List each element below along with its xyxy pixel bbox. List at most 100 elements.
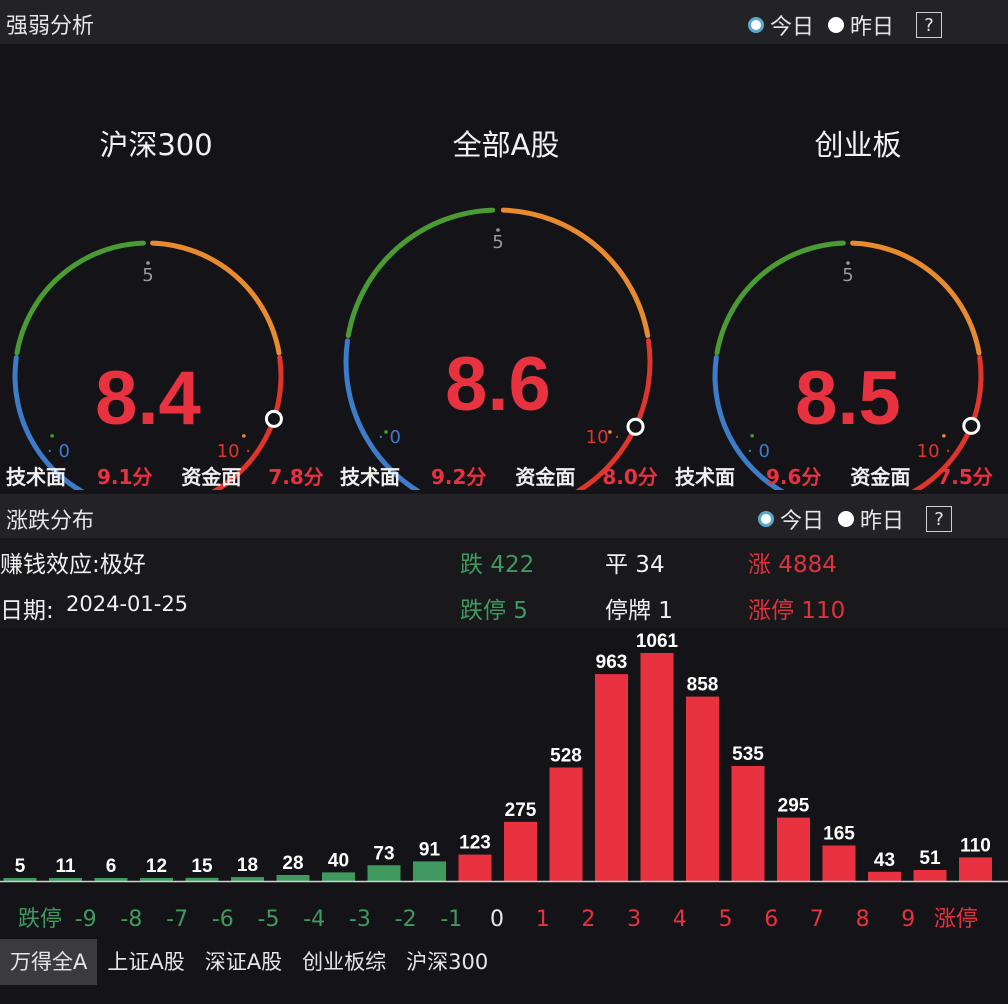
radio-today[interactable]: 今日 [748,9,814,41]
distribution-bar [231,877,264,881]
tech-label: 技术面 [340,465,400,489]
x-axis-label: 3 [627,907,641,932]
gauge-tick-dot [242,434,246,438]
index-tabs: 万得全A 上证A股 深证A股 创业板综 沪深300 [0,938,1008,986]
help-icon[interactable]: ? [916,12,943,38]
bar-value-label: 40 [328,850,349,871]
radio-yesterday-label: 昨日 [860,509,905,534]
distribution-radio-group: 今日 昨日 ? [758,503,953,535]
distribution-bar [777,817,810,881]
gauge-scale-min: · 0 [747,441,770,462]
money-effect: 赚钱效应:极好 [0,552,146,578]
distribution-bar [686,696,719,881]
bar-value-label: 858 [687,675,719,696]
x-axis-label: 0 [490,907,504,932]
tab-sse-a[interactable]: 上证A股 [97,939,194,985]
up-count: 涨 4884 [748,552,837,578]
radio-selected-icon [748,17,764,33]
bar-value-label: 275 [505,800,537,821]
x-axis-label: -4 [303,907,325,932]
radio-today-label: 今日 [770,15,815,40]
bar-value-label: 528 [550,746,582,767]
bar-value-label: 165 [823,824,855,845]
x-axis-label: 跌停 [18,907,62,932]
gauge-scale-min: · 0 [47,441,70,462]
flat-count: 平 34 [605,552,665,578]
x-axis-label: 7 [810,907,824,932]
x-axis-label: -1 [440,907,462,932]
strength-title: 强弱分析 [6,14,95,39]
gauge-scale-min: · 0 [378,427,401,448]
radio-today[interactable]: 今日 [758,503,824,535]
gauge-segment [150,240,282,356]
bar-value-label: 963 [596,652,628,673]
help-icon[interactable]: ? [926,506,953,532]
bar-value-label: 12 [146,856,167,877]
tab-szse-a[interactable]: 深证A股 [195,939,292,985]
fund-value: 8.0分 [602,465,658,489]
gauge-pointer [962,416,981,435]
gauge-pointer [264,409,283,428]
distribution-bar [94,878,128,881]
gauge-segment [850,240,982,356]
fund-label: 资金面 [515,465,576,489]
distribution-bar [367,865,401,881]
tab-hs300[interactable]: 沪深300 [396,939,498,985]
distribution-bar [868,871,901,881]
gauge-segment [345,207,496,339]
date-label: 日期: [0,598,54,624]
bar-value-label: 18 [237,855,258,876]
gauge-scale-mid: 5 [842,265,853,286]
distribution-bar [185,877,219,881]
gauge-segment [714,240,846,356]
gauge-segment [500,207,651,339]
radio-yesterday[interactable]: 昨日 [828,9,894,41]
bar-value-label: 5 [15,856,26,877]
tab-wind-all-a[interactable]: 万得全A [0,939,98,985]
gauge-tick-dot [942,434,946,438]
gauge: 5 · 0 10 · 8.6 [343,207,653,490]
bar-value-label: 73 [373,843,394,864]
gauge-scale-max: 10 · [586,427,620,448]
bar-value-label: 535 [732,744,764,765]
x-axis-label: -9 [75,907,97,932]
distribution-bar [913,870,947,881]
distribution-bar [413,861,446,881]
bar-value-label: 295 [778,796,810,817]
radio-yesterday-label: 昨日 [850,15,895,40]
radio-selected-icon [758,511,774,527]
distribution-title: 涨跌分布 [6,509,95,534]
tab-chinext-composite[interactable]: 创业板综 [292,939,396,985]
bar-value-label: 1061 [636,631,679,652]
distribution-bar [49,878,82,881]
sub-scores-chinext: 技术面 9.6分 资金面 7.5分 [675,461,993,490]
gauge-title-chinext: 创业板 [814,128,902,162]
distribution-header: 涨跌分布 今日 昨日 ? [0,494,1008,538]
gauge-scale-mid: 5 [142,265,153,286]
distribution-bar [959,857,992,881]
x-axis-label: 涨停 [934,907,978,932]
x-axis-label: -5 [258,907,280,932]
radio-yesterday[interactable]: 昨日 [838,503,904,535]
gauge-score: 8.5 [795,356,901,441]
gauge-score: 8.4 [95,356,201,441]
distribution-bar [731,766,765,881]
x-axis-label: 6 [764,907,778,932]
bar-value-label: 15 [191,856,213,877]
radio-unselected-icon [828,17,845,33]
tech-value: 9.6分 [765,465,822,489]
bar-value-label: 11 [55,856,76,877]
sub-scores-all-a: 技术面 9.2分 资金面 8.0分 [340,461,658,490]
distribution-bar [640,653,674,881]
x-axis-label: 2 [581,907,595,932]
gauge-scale-mid: 5 [492,232,503,253]
limit-up-count: 涨停 110 [748,598,846,624]
gauge-scale-max: 10 · [917,441,951,462]
distribution-bar [595,674,628,881]
x-axis-label: -2 [395,907,417,932]
distribution-bar [458,854,492,881]
strength-radio-group: 今日 昨日 ? [748,9,943,41]
fund-value: 7.5分 [937,465,993,489]
date-value: 2024-01-25 [66,592,189,616]
x-axis-label: -8 [120,907,142,932]
